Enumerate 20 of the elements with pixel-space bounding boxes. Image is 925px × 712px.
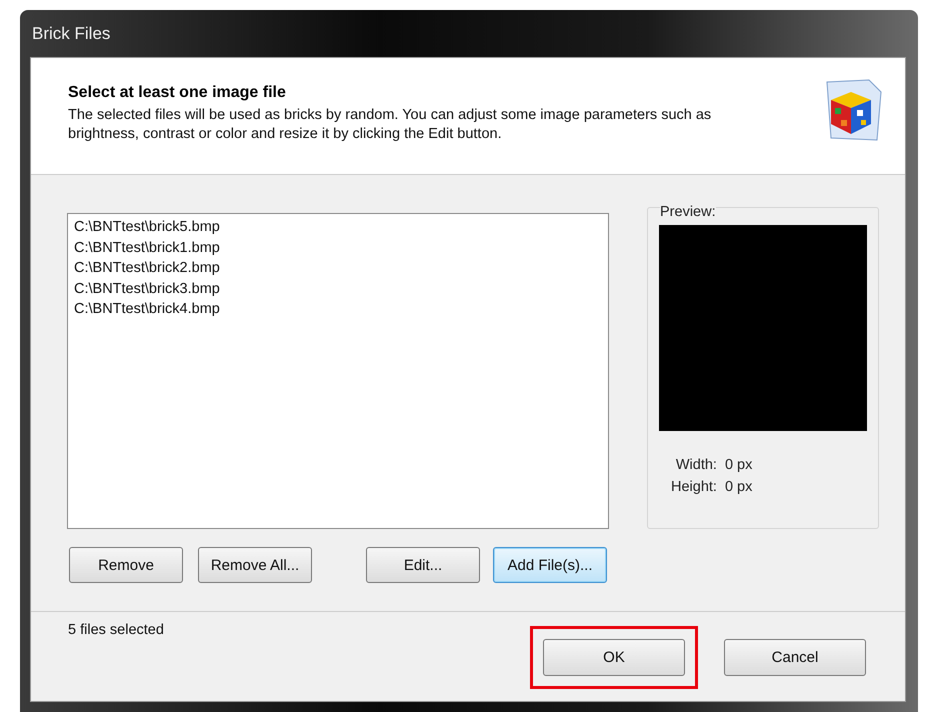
file-list[interactable]: C:\BNTtest\brick5.bmp C:\BNTtest\brick1.bmp C:\BNTtest\brick2.bmp C:\BNTtest\brick3.bmp C:\BNTtest\brick4.bmp <box>67 213 609 529</box>
dialog-description: The selected files will be used as bricks by random. You can adjust some image parameters such as brightness, contrast or color and resize it by clicking the Edit button. <box>68 106 712 144</box>
file-list-item[interactable]: C:\BNTtest\brick2.bmp <box>74 258 602 278</box>
dialog-button[interactable]: Cancel <box>724 639 866 676</box>
width-value: 0 px <box>724 457 752 473</box>
dialog-button[interactable]: OK <box>543 639 685 676</box>
file-list-item[interactable]: C:\BNTtest\brick5.bmp <box>74 217 602 238</box>
dialog-button[interactable]: Remove <box>69 547 183 583</box>
width-label: Width: <box>674 457 717 473</box>
file-list-item[interactable]: C:\BNTtest\brick4.bmp <box>74 299 602 320</box>
file-list-item[interactable]: C:\BNTtest\brick1.bmp <box>74 238 602 258</box>
dialog-button[interactable]: Add File(s)... <box>493 547 607 583</box>
height-value: 0 px <box>724 479 752 495</box>
status-text: 5 files selected <box>68 622 164 640</box>
dialog-button[interactable]: Remove All... <box>198 547 312 583</box>
window-title: Brick Files <box>32 24 110 44</box>
dialog-heading: Select at least one image file <box>68 84 287 102</box>
height-label: Height: <box>671 479 717 495</box>
file-list-item[interactable]: C:\BNTtest\brick3.bmp <box>74 278 602 299</box>
dialog-button[interactable]: Edit... <box>366 547 480 583</box>
